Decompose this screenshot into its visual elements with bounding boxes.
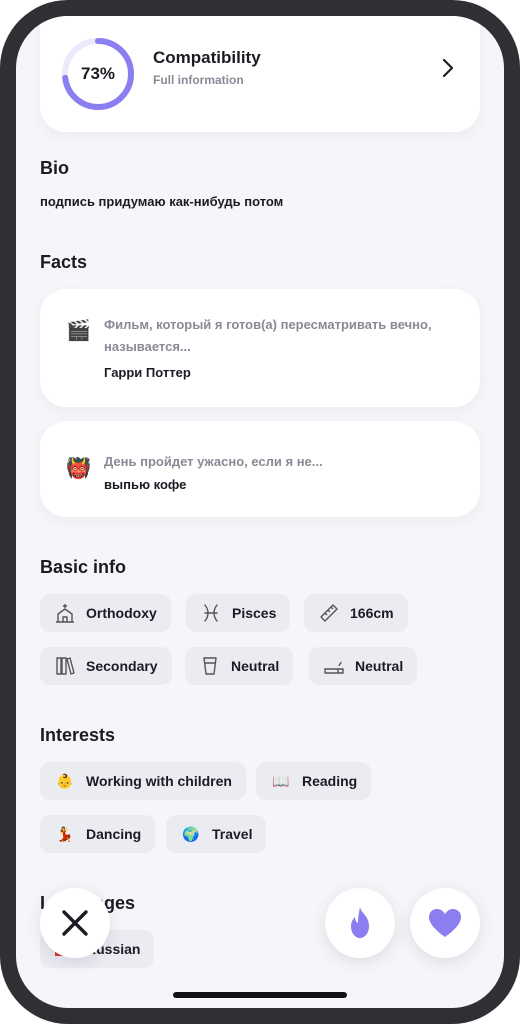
books-icon [54, 655, 76, 677]
basic-info-chip-zodiac: Pisces [186, 594, 291, 632]
compatibility-percent: 73% [80, 64, 116, 83]
church-icon [54, 602, 76, 624]
heart-icon [429, 909, 461, 937]
interest-chip: 💃 Dancing [40, 815, 156, 853]
chip-label: Travel [212, 826, 253, 842]
basic-info-chip-alcohol: Neutral [185, 647, 294, 685]
superlike-button[interactable] [325, 888, 395, 958]
flame-icon [351, 907, 369, 938]
fact-card: 🎬 Фильм, который я готов(а) пересматрива… [40, 289, 480, 407]
chip-label: Orthodoxy [86, 605, 157, 621]
fact-answer: Гарри Поттер [104, 365, 191, 380]
chip-label: 166cm [350, 605, 394, 621]
facts-title: Facts [40, 252, 88, 272]
like-button[interactable] [410, 888, 480, 958]
baby-icon: 👶 [56, 772, 74, 789]
profile-screen: 73% Compatibility Full information Bio п… [16, 16, 504, 1008]
fact-card: 👹 День пройдет ужасно, если я не... выпь… [40, 421, 480, 517]
basic-info-chip-education: Secondary [40, 647, 172, 685]
basic-info-chip-smoking: Neutral [309, 647, 418, 685]
fact-question: Фильм, который я готов(а) пересматривать… [104, 317, 432, 354]
chip-label: Neutral [355, 658, 404, 674]
globe-icon: 🌍 [182, 825, 200, 842]
chip-label: Working with children [86, 773, 232, 789]
book-icon: 📖 [272, 772, 290, 789]
pisces-icon [200, 602, 222, 624]
ruler-icon [318, 602, 340, 624]
chip-label: Pisces [232, 605, 277, 621]
basic-info-chip-religion: Orthodoxy [40, 594, 171, 632]
phone-frame: 73% Compatibility Full information Bio п… [0, 0, 520, 1024]
compatibility-subtitle[interactable]: Full information [153, 73, 244, 87]
basic-info-chip-height: 166cm [304, 594, 408, 632]
compatibility-title: Compatibility [153, 48, 261, 67]
fact-answer: выпью кофе [104, 477, 187, 492]
fact-question: День пройдет ужасно, если я не... [104, 454, 323, 469]
interest-chip: 👶 Working with children [40, 762, 246, 800]
dislike-button[interactable] [40, 888, 110, 958]
ogre-mask-icon: 👹 [66, 458, 91, 480]
chip-label: Reading [302, 773, 358, 789]
chip-label: Secondary [86, 658, 158, 674]
clapperboard-icon: 🎬 [66, 320, 91, 342]
interest-chip: 📖 Reading [256, 762, 372, 800]
chip-label: Dancing [86, 826, 142, 842]
home-indicator [173, 992, 347, 998]
dancer-icon: 💃 [56, 825, 74, 842]
interests-title: Interests [40, 725, 116, 745]
cigarette-icon [323, 655, 345, 677]
chip-label: Neutral [231, 658, 280, 674]
bio-title: Bio [40, 158, 69, 178]
basic-info-title: Basic info [40, 557, 127, 577]
glass-icon [199, 655, 221, 677]
interest-chip: 🌍 Travel [166, 815, 267, 853]
bio-text: подпись придумаю как-нибудь потом [40, 194, 284, 209]
chevron-right-icon[interactable] [438, 56, 458, 80]
close-icon [62, 910, 88, 936]
compatibility-card[interactable]: 73% Compatibility Full information [40, 16, 480, 132]
